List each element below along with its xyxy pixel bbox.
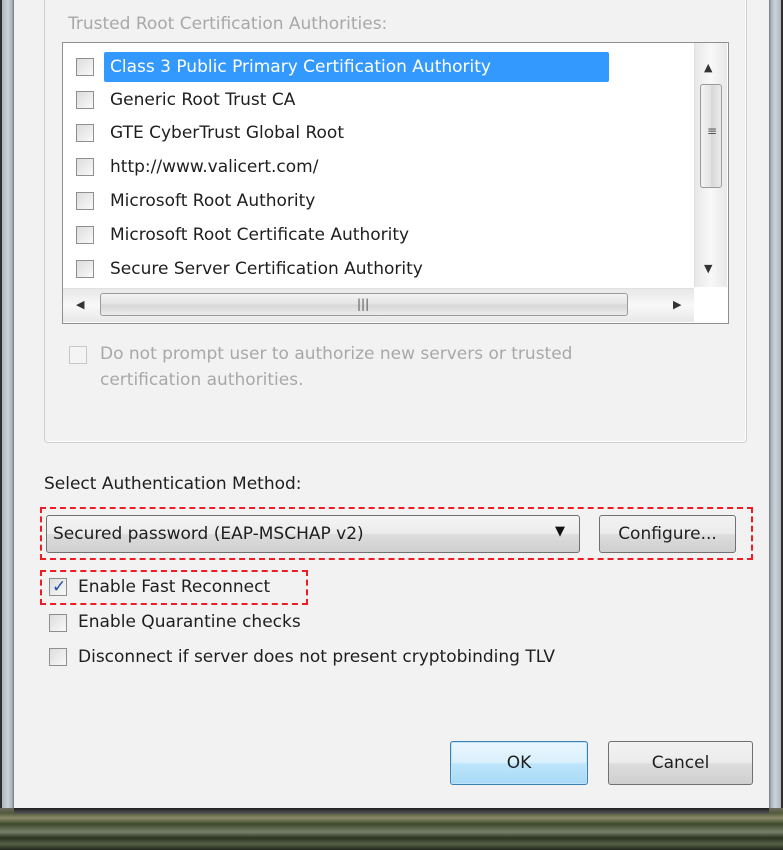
window-frame-left [0,0,14,850]
quarantine-label: Enable Quarantine checks [78,612,301,632]
cancel-button[interactable]: Cancel [608,741,753,785]
dropdown-arrow-icon[interactable]: ▼ [555,524,565,539]
grip-icon: ≡ [706,124,718,138]
auth-method-value: Secured password (EAP-MSCHAP v2) [53,524,364,544]
auth-method-label: Select Authentication Method: [44,474,302,494]
horizontal-scroll-thumb[interactable]: ||| [100,293,628,316]
list-item-ms-root-cert[interactable]: Microsoft Root Certificate Authority [64,219,694,251]
scroll-up-arrow-icon[interactable]: ▲ [704,62,712,73]
list-item-checkbox[interactable] [76,226,94,244]
configure-button-label: Configure... [618,524,717,544]
window-frame-right [769,0,783,850]
do-not-prompt-checkbox[interactable] [69,346,87,364]
list-item-label: GTE CyberTrust Global Root [110,123,344,143]
cryptobinding-checkbox[interactable] [49,648,67,666]
checkmark-icon: ✓ [52,577,67,597]
quarantine-checkbox[interactable] [49,614,67,632]
ok-button[interactable]: OK [450,741,588,785]
list-item-secure-server[interactable]: Secure Server Certification Authority [64,253,694,285]
list-item-checkbox[interactable] [76,260,94,278]
scroll-down-arrow-icon[interactable]: ▼ [704,263,712,274]
list-item-label: Microsoft Root Certificate Authority [110,225,410,245]
scroll-left-arrow-icon[interactable]: ◀ [76,299,84,310]
trusted-roots-label: Trusted Root Certification Authorities: [68,14,388,34]
list-item-label: Generic Root Trust CA [110,90,296,110]
desktop-background [0,808,783,850]
list-item-ms-root[interactable]: Microsoft Root Authority [64,185,694,217]
list-item-gte[interactable]: GTE CyberTrust Global Root [64,117,694,149]
list-item-label: http://www.valicert.com/ [110,157,319,177]
list-item-generic-root[interactable]: Generic Root Trust CA [64,84,694,116]
cryptobinding-label: Disconnect if server does not present cr… [78,647,555,667]
list-item-valicert[interactable]: http://www.valicert.com/ [64,151,694,183]
window-frame-bottom [14,808,769,814]
cancel-button-label: Cancel [651,753,710,773]
do-not-prompt-label-line1: Do not prompt user to authorize new serv… [100,344,573,364]
list-item-label: Microsoft Root Authority [110,191,316,211]
fast-reconnect-checkbox[interactable]: ✓ [49,577,67,597]
fast-reconnect-label: Enable Fast Reconnect [78,577,271,597]
list-item-checkbox[interactable] [76,158,94,176]
ok-button-label: OK [506,753,532,773]
configure-button[interactable]: Configure... [599,515,736,553]
list-item-checkbox[interactable] [76,124,94,142]
vertical-scroll-thumb[interactable]: ≡ [700,84,722,188]
scroll-right-arrow-icon[interactable]: ▶ [673,299,681,310]
list-item-label: Class 3 Public Primary Certification Aut… [110,57,491,77]
do-not-prompt-label-line2: certification authorities. [100,370,304,390]
list-item-checkbox[interactable] [76,58,94,76]
list-item-class3[interactable]: Class 3 Public Primary Certification Aut… [64,51,694,83]
list-item-checkbox[interactable] [76,91,94,109]
list-item-checkbox[interactable] [76,192,94,210]
list-item-label: Secure Server Certification Authority [110,259,423,279]
grip-icon: ||| [357,297,370,311]
